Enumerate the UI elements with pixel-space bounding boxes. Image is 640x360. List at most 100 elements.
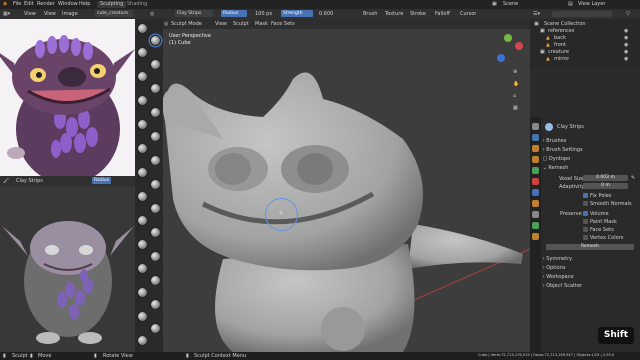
section-dyntopo[interactable]: ▢ Dyntopo [541, 155, 640, 163]
outliner-item[interactable]: ▣ references ◉ [530, 28, 640, 35]
section-remesh[interactable]: ⌄ Remesh [541, 164, 640, 172]
properties-tab-icon[interactable] [532, 156, 539, 163]
menu-edit[interactable]: Edit [24, 1, 34, 7]
visibility-eye-icon[interactable]: ◉ [624, 56, 628, 63]
x-axis-icon[interactable] [515, 42, 523, 50]
section-symmetry[interactable]: › Symmetry [541, 255, 640, 263]
brush-icon[interactable]: 🖌 [3, 178, 9, 184]
outliner-item[interactable]: ▲ back ◉ [530, 35, 640, 42]
voxel-size-field[interactable]: 0.003 m [583, 175, 628, 181]
menu-file[interactable]: File [13, 1, 21, 7]
section-brushes[interactable]: › Brushes [541, 137, 640, 145]
radius-field-label[interactable]: Radius [221, 10, 247, 17]
sculpt-tool-button[interactable] [150, 299, 161, 310]
filter-icon[interactable]: ▽ [626, 11, 630, 17]
sculpt-tool-button[interactable] [150, 203, 161, 214]
y-axis-icon[interactable] [504, 34, 512, 42]
properties-tab-icon[interactable] [532, 233, 539, 240]
tab-shading[interactable]: Shading [124, 1, 150, 8]
blender-logo-icon[interactable]: ◉ [3, 1, 7, 7]
reference-viewport[interactable] [0, 186, 135, 352]
sculpt-tool-button[interactable] [137, 287, 148, 298]
sculpt-tool-button[interactable] [137, 143, 148, 154]
brush-header[interactable]: Clay Strips [541, 122, 640, 132]
view-layer-selector[interactable]: View Layer [578, 1, 605, 7]
sculpt-tool-button[interactable] [137, 167, 148, 178]
outliner-search-input[interactable] [552, 11, 612, 17]
outliner-item[interactable]: ▲ front ◉ [530, 42, 640, 49]
sculpt-tool-button[interactable] [150, 83, 161, 94]
sculpt-tool-button[interactable] [150, 323, 161, 334]
scene-collection-row[interactable]: ▣ Scene Collection [530, 21, 640, 28]
remesh-button[interactable]: Remesh [546, 244, 634, 250]
preserve-vertex-colors-checkbox[interactable]: Vertex Colors [583, 235, 623, 241]
image-name-field[interactable]: cute_creature [95, 10, 133, 17]
navigation-gizmo[interactable] [493, 34, 523, 64]
grid-icon[interactable]: ▦ [513, 105, 518, 111]
properties-tab-icon[interactable] [532, 134, 539, 141]
menu-help[interactable]: Help [79, 1, 90, 7]
sculpt-tool-button[interactable] [137, 311, 148, 322]
menu-view-2[interactable]: View [44, 11, 56, 17]
properties-tab-icon[interactable] [532, 178, 539, 185]
scene-selector[interactable]: Scene [503, 1, 518, 7]
menu-mask[interactable]: Mask [255, 21, 268, 27]
sculpt-tool-button[interactable] [150, 251, 161, 262]
sculpt-tool-button[interactable] [137, 71, 148, 82]
sculpt-tool-button[interactable] [150, 179, 161, 190]
sculpt-tool-button[interactable] [137, 239, 148, 250]
properties-tab-icon[interactable] [532, 145, 539, 152]
adaptivity-field[interactable]: 0 m [583, 183, 628, 189]
eyedropper-icon[interactable]: ✎ [631, 175, 635, 181]
properties-tab-icon[interactable] [532, 211, 539, 218]
radius-value[interactable]: 100 px [255, 11, 272, 17]
z-axis-icon[interactable] [497, 54, 505, 62]
brush-name[interactable]: Clay Strips [16, 178, 43, 184]
checkbox-unchecked-icon[interactable]: ▢ [541, 156, 549, 162]
strength-field-label[interactable]: Strength [281, 10, 313, 17]
sculpt-tool-button[interactable] [150, 107, 161, 118]
brush-selector[interactable]: Clay Strips [175, 10, 213, 17]
preserve-paint-mask-checkbox[interactable]: Paint Mask [583, 219, 617, 225]
sculpt-mode-icon[interactable]: ◎ [150, 11, 154, 17]
properties-tab-icon[interactable] [532, 200, 539, 207]
section-brush-settings[interactable]: › Brush Settings [541, 146, 640, 154]
sculpt-tool-button[interactable] [137, 95, 148, 106]
menu-sculpt[interactable]: Sculpt [233, 21, 249, 27]
sculpt-tool-button[interactable] [137, 23, 148, 34]
menu-render[interactable]: Render [37, 1, 55, 7]
properties-tab-icon[interactable] [532, 167, 539, 174]
sculpt-tool-button[interactable] [137, 215, 148, 226]
preserve-volume-checkbox[interactable]: Volume [583, 211, 609, 217]
sculpt-tool-button[interactable] [150, 59, 161, 70]
strength-value[interactable]: 0.600 [319, 11, 333, 17]
preserve-face-sets-checkbox[interactable]: Face Sets [583, 227, 614, 233]
editor-type-icon[interactable]: ▦▾ [3, 11, 10, 17]
fix-poles-checkbox[interactable]: Fix Poles [583, 193, 611, 199]
sculpt-tool-button[interactable] [137, 335, 148, 346]
sculpt-tool-button[interactable] [150, 275, 161, 286]
visibility-eye-icon[interactable]: ◉ [624, 28, 628, 35]
menu-stroke[interactable]: Stroke [410, 11, 426, 17]
sculpt-tool-button[interactable] [137, 191, 148, 202]
radius-button[interactable]: Radius [92, 177, 112, 184]
menu-window[interactable]: Window [58, 1, 78, 7]
menu-falloff[interactable]: Falloff [435, 11, 450, 17]
outliner-item[interactable]: ▲ mirror ◉ [530, 56, 640, 63]
menu-cursor[interactable]: Cursor [460, 11, 476, 17]
sculpt-tool-button[interactable] [137, 47, 148, 58]
smooth-normals-checkbox[interactable]: Smooth Normals [583, 201, 632, 207]
tab-sculpting[interactable]: Sculpting [97, 1, 127, 8]
sculpt-tool-button[interactable] [150, 35, 161, 46]
properties-tab-icon[interactable] [532, 123, 539, 130]
sculpt-tool-button[interactable] [137, 263, 148, 274]
visibility-eye-icon[interactable]: ◉ [624, 42, 628, 49]
menu-view[interactable]: View [24, 11, 36, 17]
outliner-item[interactable]: ▣ creature ◉ [530, 49, 640, 56]
section-options[interactable]: › Options [541, 264, 640, 272]
properties-tab-icon[interactable] [532, 222, 539, 229]
section-workspace[interactable]: › Workspace [541, 273, 640, 281]
sculpt-tool-button[interactable] [150, 131, 161, 142]
outliner-editor-icon[interactable]: ☰▾ [533, 11, 540, 17]
menu-face-sets[interactable]: Face Sets [271, 21, 295, 27]
